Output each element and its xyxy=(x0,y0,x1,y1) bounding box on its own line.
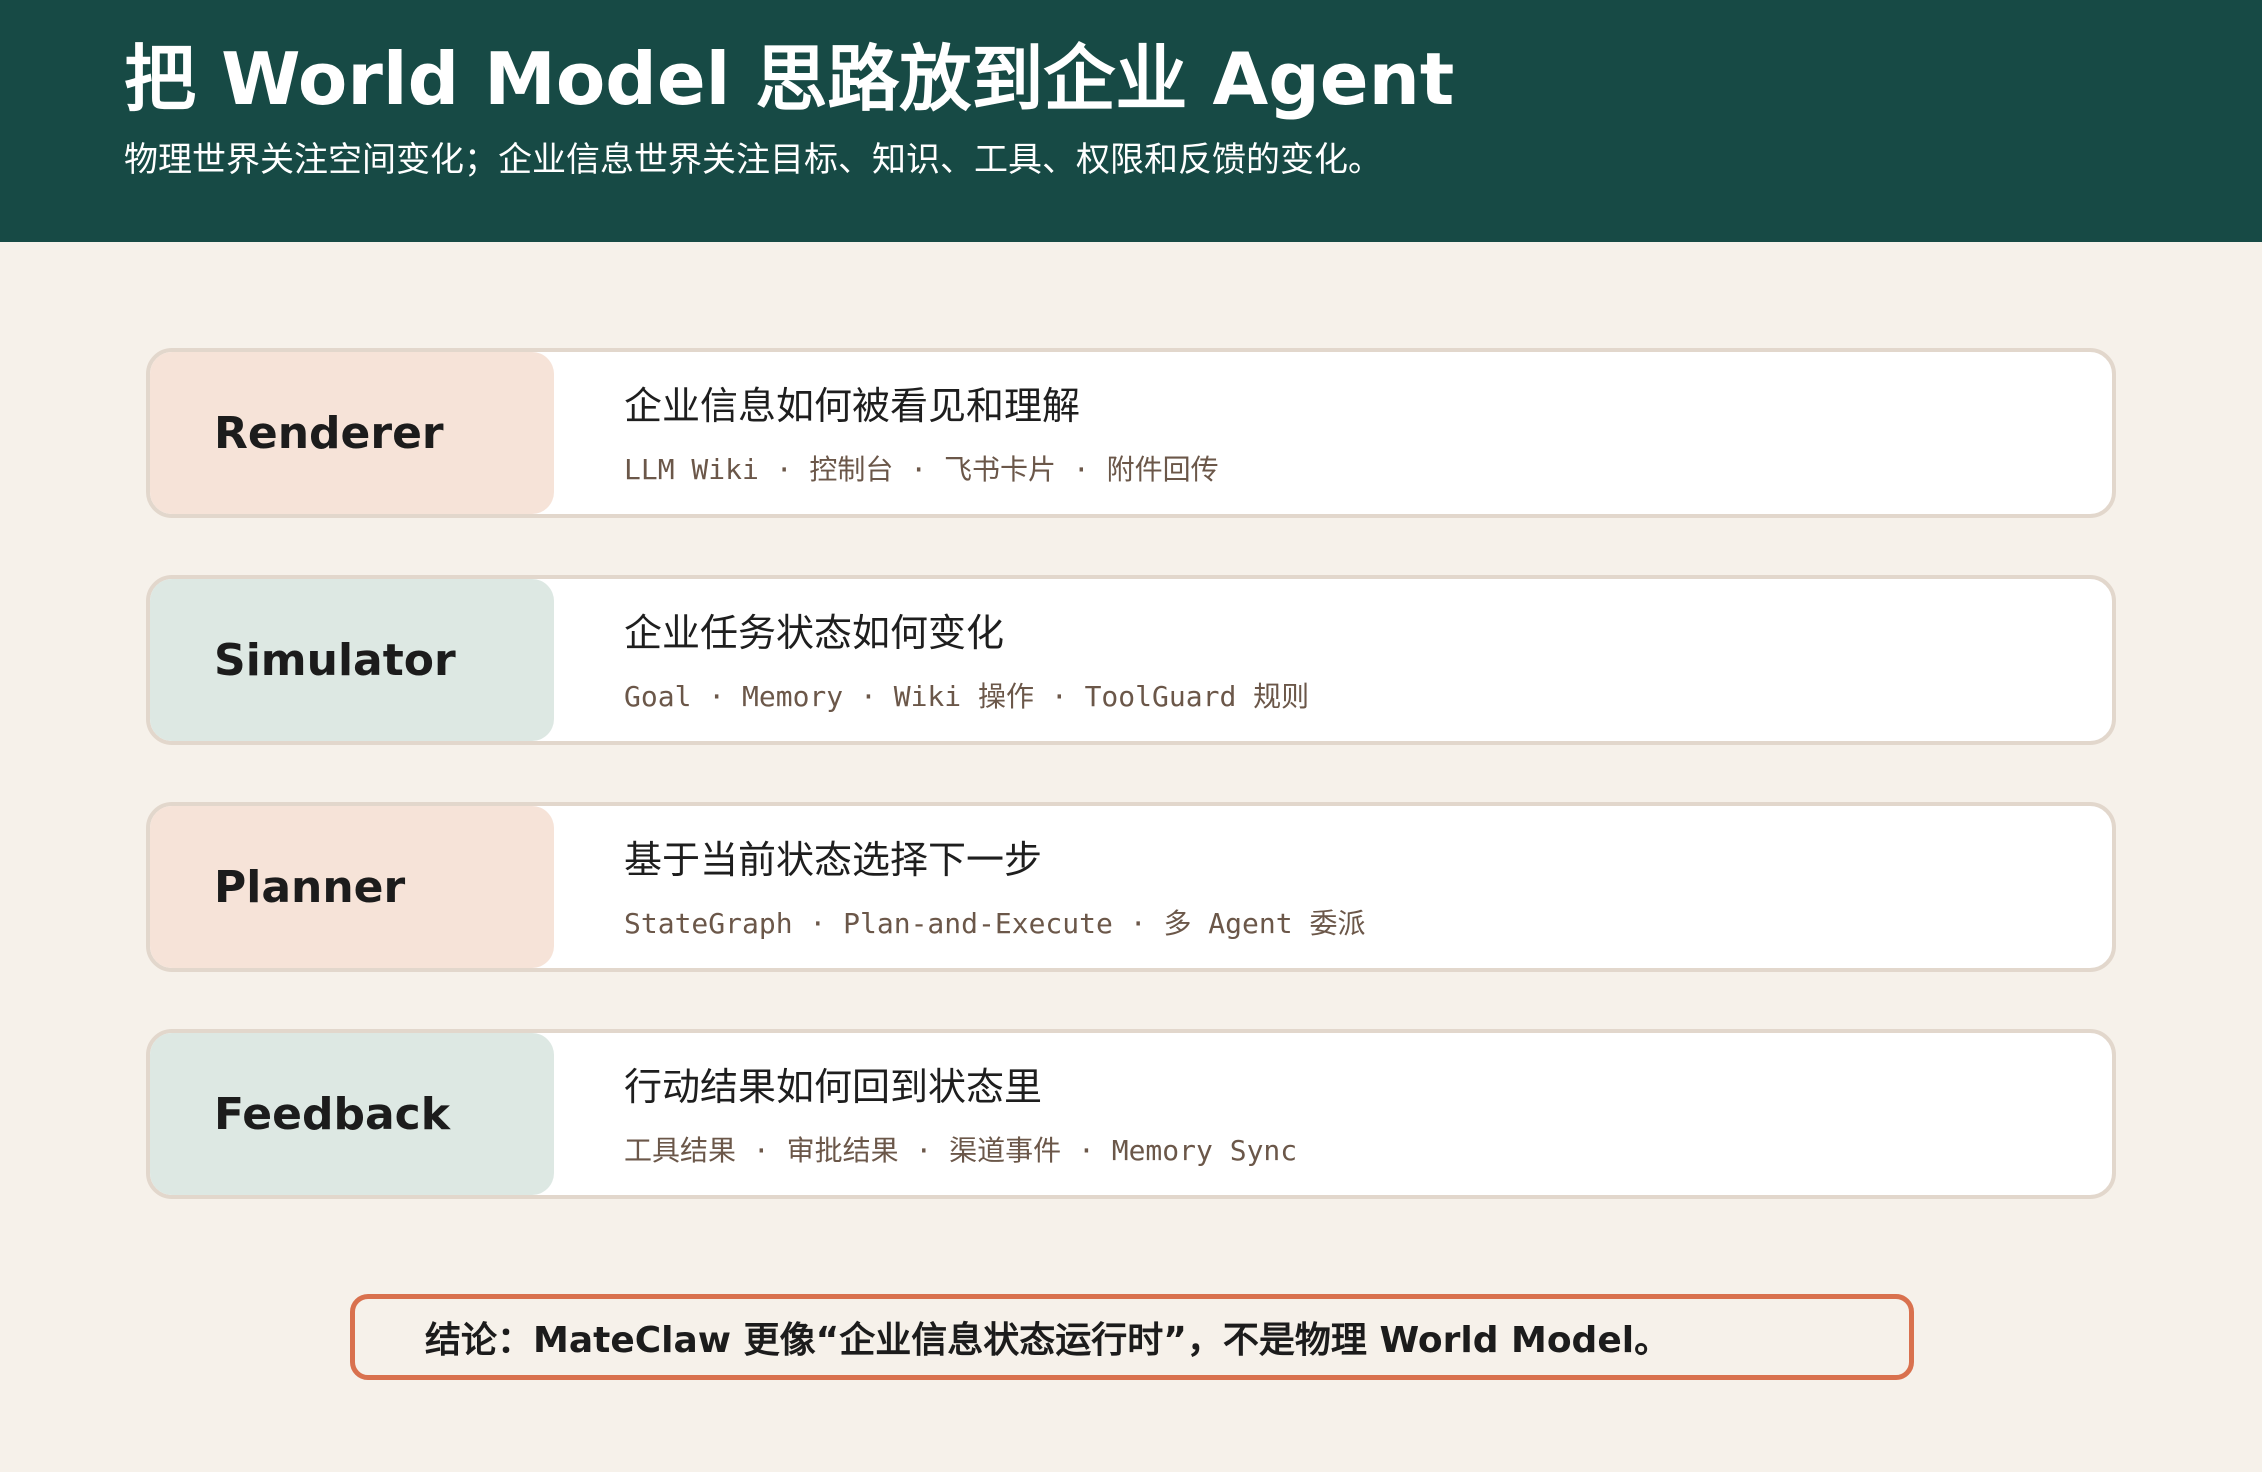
row-simulator: Simulator 企业任务状态如何变化 Goal · Memory · Wik… xyxy=(146,575,2116,745)
row-tags: 工具结果 · 审批结果 · 渠道事件 · Memory Sync xyxy=(624,1134,1298,1167)
page-subtitle: 物理世界关注空间变化；企业信息世界关注目标、知识、工具、权限和反馈的变化。 xyxy=(124,140,1382,180)
row-title: 行动结果如何回到状态里 xyxy=(624,1065,1043,1109)
page-title: 把 World Model 思路放到企业 Agent xyxy=(124,37,1455,121)
row-title: 企业信息如何被看见和理解 xyxy=(624,384,1081,428)
row-label: Planner xyxy=(150,806,554,968)
conclusion-box: 结论：MateClaw 更像“企业信息状态运行时”，不是物理 World Mod… xyxy=(350,1294,1914,1380)
row-label: Renderer xyxy=(150,352,554,514)
row-renderer: Renderer 企业信息如何被看见和理解 LLM Wiki · 控制台 · 飞… xyxy=(146,348,2116,518)
row-feedback: Feedback 行动结果如何回到状态里 工具结果 · 审批结果 · 渠道事件 … xyxy=(146,1029,2116,1199)
row-title: 基于当前状态选择下一步 xyxy=(624,838,1043,882)
row-label: Simulator xyxy=(150,579,554,741)
row-title: 企业任务状态如何变化 xyxy=(624,611,1005,655)
row-tags: LLM Wiki · 控制台 · 飞书卡片 · 附件回传 xyxy=(624,453,1219,486)
component-list: Renderer 企业信息如何被看见和理解 LLM Wiki · 控制台 · 飞… xyxy=(146,348,2116,1256)
row-label: Feedback xyxy=(150,1033,554,1195)
row-planner: Planner 基于当前状态选择下一步 StateGraph · Plan-an… xyxy=(146,802,2116,972)
row-tags: Goal · Memory · Wiki 操作 · ToolGuard 规则 xyxy=(624,680,1310,713)
row-tags: StateGraph · Plan-and-Execute · 多 Agent … xyxy=(624,907,1366,940)
header-banner: 把 World Model 思路放到企业 Agent 物理世界关注空间变化；企业… xyxy=(0,0,2262,242)
